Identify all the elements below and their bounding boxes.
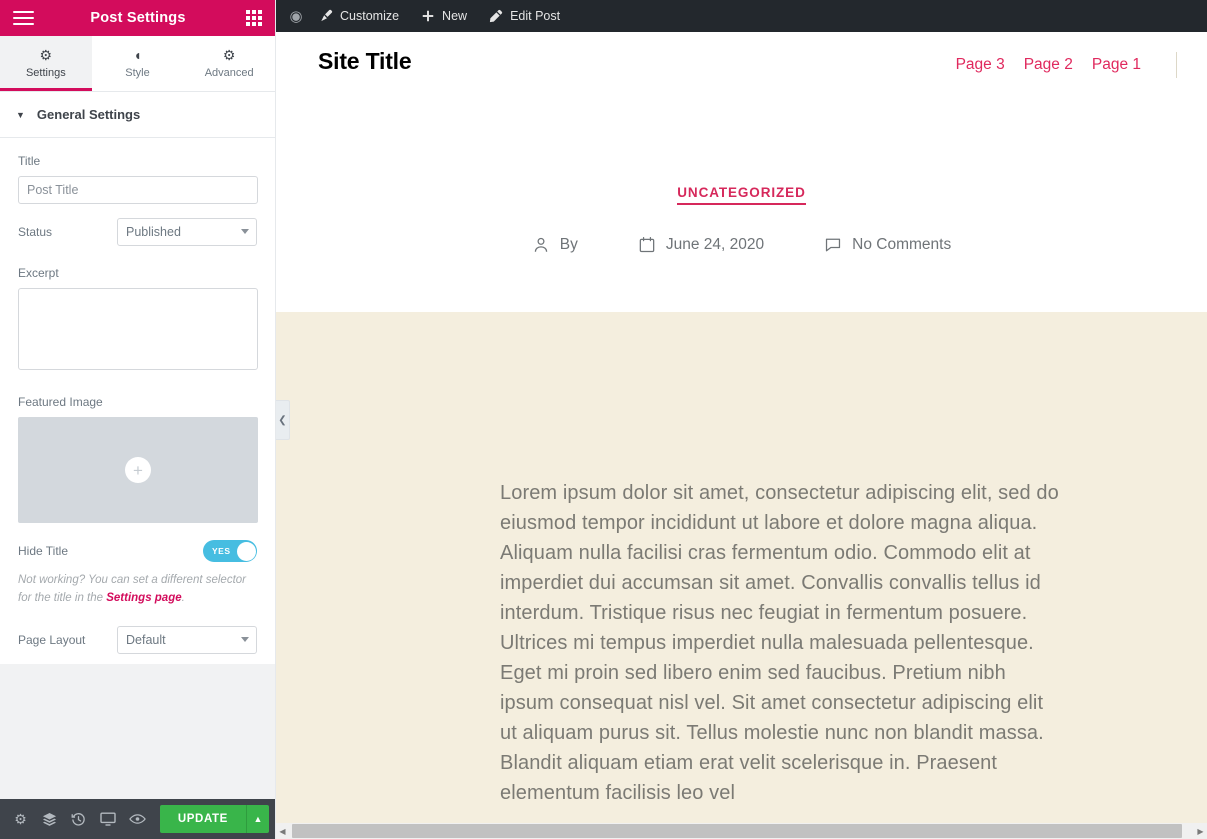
section-general-settings[interactable]: ▼ General Settings xyxy=(0,92,275,138)
caret-down-icon: ▼ xyxy=(16,109,25,120)
tab-style[interactable]: ◖ Style xyxy=(91,36,184,91)
status-select[interactable]: Published xyxy=(117,218,257,246)
post-body-text: Lorem ipsum dolor sit amet, consectetur … xyxy=(500,482,1059,804)
admin-bar-customize[interactable]: Customize xyxy=(308,0,410,32)
title-field-label: Title xyxy=(18,154,41,168)
tab-settings-label: Settings xyxy=(25,67,66,79)
post-meta-comments: No Comments xyxy=(794,236,981,254)
layers-icon[interactable] xyxy=(35,799,64,839)
panel-tabs: ⚙ Settings ◖ Style ⚙ Advanced xyxy=(0,36,276,92)
hide-title-toggle-label: YES xyxy=(212,546,231,556)
post-meta-comments-label: No Comments xyxy=(852,236,952,253)
panel-title: Post Settings xyxy=(90,10,186,26)
status-select-wrapper: Published xyxy=(117,218,257,246)
plus-icon[interactable]: + xyxy=(125,457,151,483)
gear-icon: ⚙ xyxy=(39,47,53,63)
panel-spacer xyxy=(0,664,275,799)
scrollbar-track[interactable] xyxy=(289,823,1194,839)
hide-title-hint: Not working? You can set a different sel… xyxy=(18,572,257,608)
gear-icon[interactable]: ⚙ xyxy=(6,799,35,839)
page-layout-label: Page Layout xyxy=(18,632,86,647)
excerpt-textarea[interactable] xyxy=(18,288,258,370)
wordpress-dashboard-icon[interactable]: ◉ xyxy=(284,7,308,25)
scroll-right-arrow-icon[interactable]: ▶ xyxy=(1194,827,1207,836)
paintbrush-icon xyxy=(321,9,333,22)
site-nav: Page 3 Page 2 Page 1 xyxy=(956,52,1177,78)
status-field-label: Status xyxy=(18,225,53,239)
responsive-icon[interactable] xyxy=(94,799,123,839)
gear-icon: ⚙ xyxy=(222,47,236,63)
nav-link-page-3[interactable]: Page 3 xyxy=(956,56,1005,74)
person-icon xyxy=(534,237,547,252)
history-icon[interactable] xyxy=(64,799,93,839)
scrollbar-thumb[interactable] xyxy=(292,824,1182,838)
post-content-section: Lorem ipsum dolor sit amet, consectetur … xyxy=(276,312,1207,823)
site-title[interactable]: Site Title xyxy=(318,48,412,75)
tab-settings[interactable]: ⚙ Settings xyxy=(0,36,92,91)
tab-advanced[interactable]: ⚙ Advanced xyxy=(183,36,276,91)
nav-link-page-2[interactable]: Page 2 xyxy=(1024,56,1073,74)
editor-panel: Post Settings ⚙ Settings ◖ Style ⚙ Advan… xyxy=(0,0,276,839)
admin-bar-new-label: New xyxy=(442,9,468,23)
admin-bar-edit-post-label: Edit Post xyxy=(510,9,561,23)
hide-title-hint-post: . xyxy=(181,591,185,604)
contrast-icon: ◖ xyxy=(133,47,142,63)
comment-icon xyxy=(826,238,841,252)
preview-canvas: ◉ Customize New Edit Post Site Title Pag… xyxy=(276,0,1207,839)
panel-header: Post Settings xyxy=(0,0,275,36)
excerpt-field-label: Excerpt xyxy=(18,266,59,280)
featured-image-placeholder[interactable]: + xyxy=(18,417,258,523)
section-general-settings-label: General Settings xyxy=(36,107,141,122)
plus-icon xyxy=(422,10,434,22)
page-layout-select[interactable]: Default xyxy=(117,625,257,654)
panel-body: Title Status Published Excerpt Featured … xyxy=(0,138,275,664)
panel-footer: ⚙ UPDATE ▲ xyxy=(0,799,275,839)
post-meta-date: June 24, 2020 xyxy=(608,236,794,254)
toggle-knob xyxy=(236,541,256,561)
hide-title-toggle[interactable]: YES xyxy=(203,540,257,562)
update-button[interactable]: UPDATE xyxy=(159,805,246,833)
admin-bar-new[interactable]: New xyxy=(410,0,478,32)
post-meta-row: By June 24, 2020 No Comments xyxy=(276,236,1207,254)
elementor-editor-root: Post Settings ⚙ Settings ◖ Style ⚙ Advan… xyxy=(0,0,1207,839)
horizontal-scrollbar[interactable]: ◀ ▶ xyxy=(276,823,1207,839)
calendar-icon xyxy=(639,236,655,253)
post-meta-author: By xyxy=(502,236,608,254)
tab-style-label: Style xyxy=(125,67,150,79)
scroll-left-arrow-icon[interactable]: ◀ xyxy=(276,827,289,836)
wordpress-admin-bar: ◉ Customize New Edit Post xyxy=(276,0,1207,32)
pencil-icon xyxy=(489,9,503,23)
site-header: Site Title Page 3 Page 2 Page 1 xyxy=(276,32,1207,90)
nav-link-page-1[interactable]: Page 1 xyxy=(1092,56,1141,74)
post-header-area: UNCATEGORIZED By June 24, 2020 No Commen… xyxy=(276,90,1207,312)
post-meta-date-label: June 24, 2020 xyxy=(665,236,765,253)
post-category-link[interactable]: UNCATEGORIZED xyxy=(677,185,806,205)
hamburger-icon[interactable] xyxy=(13,10,34,26)
title-input[interactable] xyxy=(18,176,258,204)
settings-page-link[interactable]: Settings page xyxy=(106,592,181,604)
admin-bar-customize-label: Customize xyxy=(340,9,400,23)
admin-bar-edit-post[interactable]: Edit Post xyxy=(478,0,571,32)
panel-collapse-handle[interactable]: ❮ xyxy=(276,400,290,440)
update-options-caret-icon[interactable]: ▲ xyxy=(245,805,269,833)
grid-icon[interactable] xyxy=(246,10,262,26)
post-meta-author-label: By xyxy=(559,236,578,253)
hide-title-label: Hide Title xyxy=(18,544,69,558)
featured-image-label: Featured Image xyxy=(18,395,103,409)
nav-divider xyxy=(1176,52,1177,78)
preview-eye-icon[interactable] xyxy=(123,799,152,839)
page-layout-select-wrapper: Default xyxy=(117,625,257,654)
tab-advanced-label: Advanced xyxy=(204,67,254,79)
